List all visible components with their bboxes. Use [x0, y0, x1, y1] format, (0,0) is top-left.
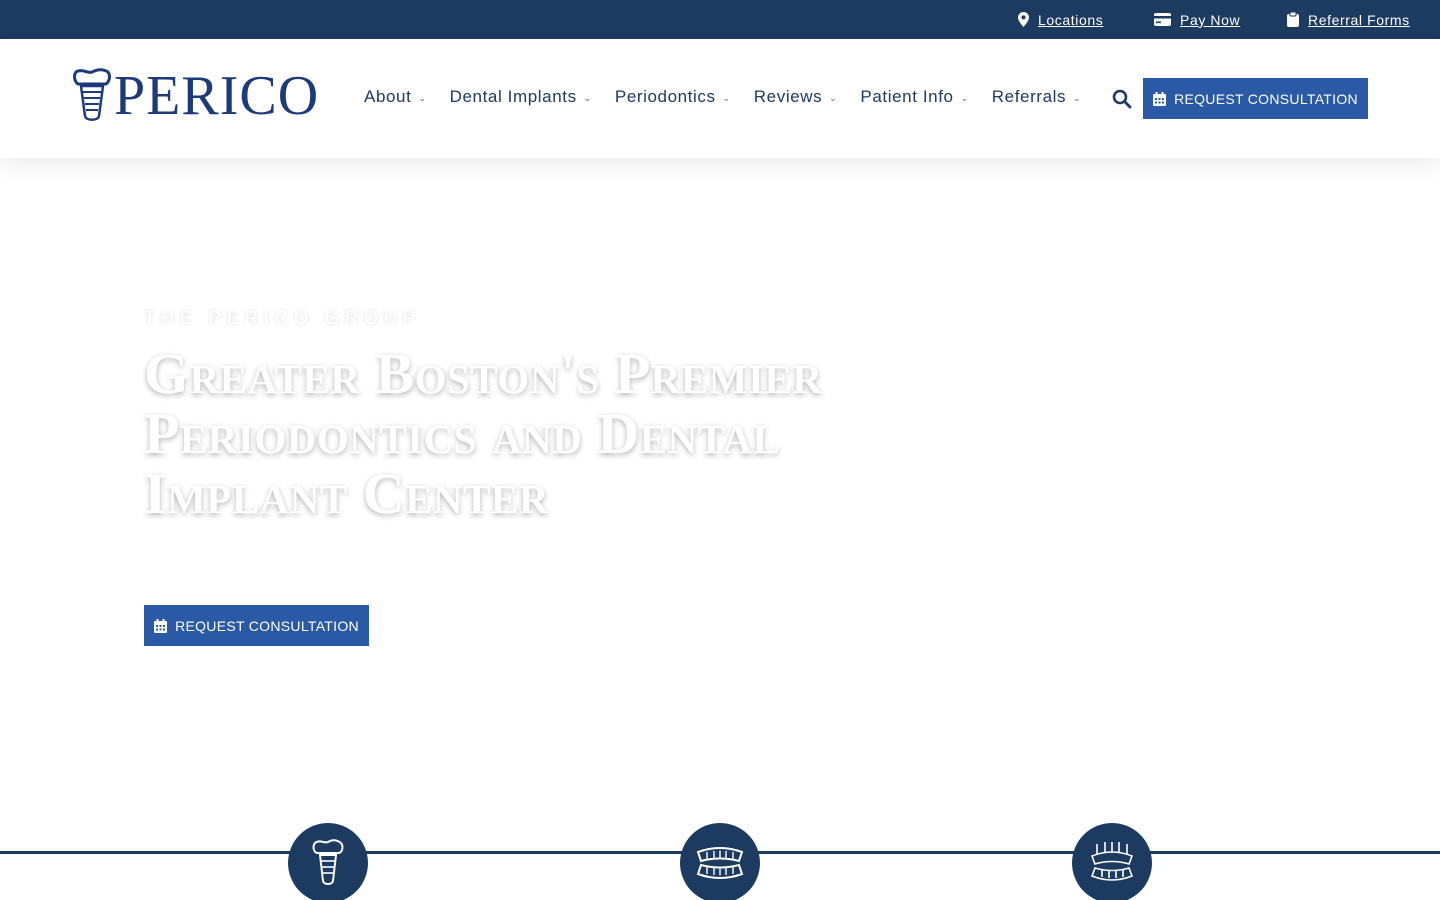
nav-label: Reviews: [753, 87, 823, 106]
hero-eyebrow: THE PERICO GROUP: [144, 308, 422, 328]
chevron-down-icon: ⌄: [418, 92, 427, 103]
nav-label: Patient Info: [860, 87, 954, 106]
locations-link[interactable]: Locations: [1018, 0, 1103, 39]
dental-implant-icon: [312, 839, 344, 885]
map-pin-icon: [1018, 12, 1029, 27]
site-logo[interactable]: PERICO: [72, 67, 319, 125]
calendar-icon: [1153, 91, 1167, 106]
nav-label: About: [364, 87, 412, 106]
pay-now-label: Pay Now: [1180, 11, 1241, 28]
chevron-down-icon: ⌄: [1073, 92, 1082, 103]
nav-item-referrals[interactable]: Referrals ⌄: [992, 87, 1082, 107]
full-arch-implant-icon: [1090, 842, 1134, 881]
credit-card-icon: [1154, 13, 1171, 26]
nav-item-reviews[interactable]: Reviews ⌄: [754, 87, 838, 107]
nav-label: Referrals: [991, 87, 1067, 106]
hero-headline: Greater Boston's Premier Periodontics an…: [144, 341, 823, 526]
calendar-icon: [154, 618, 168, 633]
feature-dentures[interactable]: [680, 823, 760, 900]
logo-wordmark: PERICO: [114, 65, 320, 127]
chevron-down-icon: ⌄: [829, 92, 838, 103]
request-consultation-label: REQUEST CONSULTATION: [1174, 90, 1358, 107]
nav-item-patient-info[interactable]: Patient Info ⌄: [860, 87, 968, 107]
hero-request-consultation-button[interactable]: REQUEST CONSULTATION: [144, 605, 369, 646]
nav-item-periodontics[interactable]: Periodontics ⌄: [615, 87, 731, 107]
nav-item-dental-implants[interactable]: Dental Implants ⌄: [450, 87, 592, 107]
request-consultation-button[interactable]: REQUEST CONSULTATION: [1143, 78, 1368, 119]
dentures-icon: [696, 847, 744, 879]
feature-full-arch-implants[interactable]: [1072, 823, 1152, 900]
clipboard-icon: [1287, 12, 1299, 27]
search-button[interactable]: [1111, 88, 1133, 110]
nav-item-about[interactable]: About ⌄: [364, 87, 427, 107]
nav-label: Periodontics: [614, 87, 716, 106]
search-icon: [1112, 89, 1132, 109]
nav-label: Dental Implants: [449, 87, 577, 106]
chevron-down-icon: ⌄: [960, 92, 969, 103]
site-header: PERICO About ⌄ Dental Implants ⌄ Periodo…: [0, 39, 1440, 158]
main-nav: About ⌄ Dental Implants ⌄ Periodontics ⌄…: [364, 85, 1104, 109]
feature-dental-implants[interactable]: [288, 823, 368, 900]
pay-now-link[interactable]: Pay Now: [1154, 0, 1240, 39]
chevron-down-icon: ⌄: [722, 92, 731, 103]
hero-request-consultation-label: REQUEST CONSULTATION: [175, 617, 359, 634]
top-utility-bar: Locations Pay Now Referral Forms: [0, 0, 1440, 39]
tooth-implant-logo-icon: [73, 68, 111, 121]
referral-forms-label: Referral Forms: [1308, 11, 1410, 28]
referral-forms-link[interactable]: Referral Forms: [1287, 0, 1410, 39]
hero-section: THE PERICO GROUP Greater Boston's Premie…: [0, 158, 1440, 852]
chevron-down-icon: ⌄: [583, 92, 592, 103]
locations-label: Locations: [1038, 11, 1104, 28]
